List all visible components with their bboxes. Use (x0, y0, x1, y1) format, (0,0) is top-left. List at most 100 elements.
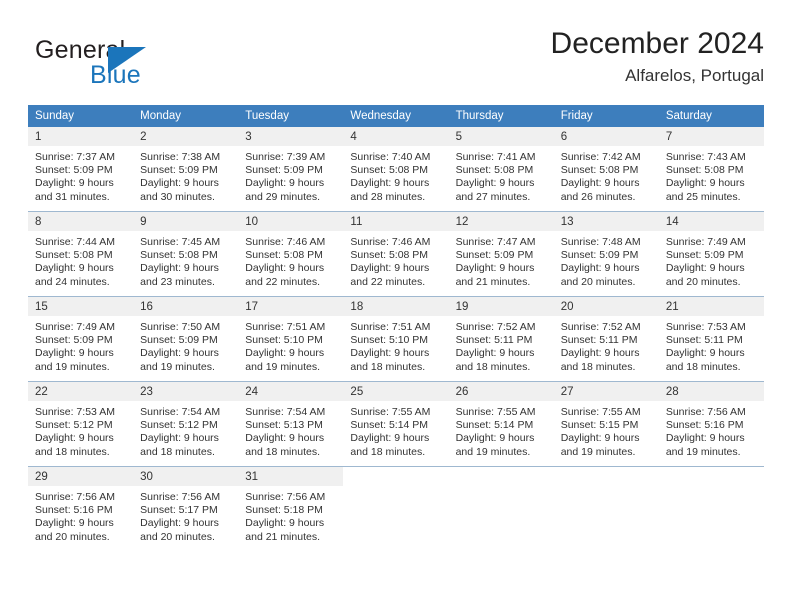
daylight-duration-line2: and 18 minutes. (665, 360, 741, 373)
sunrise-time: Sunrise: 7:42 AM (560, 151, 641, 163)
day-cell[interactable]: 16 Sunrise: 7:50 AM Sunset: 5:09 PM Dayligh… (133, 296, 239, 382)
sunrise-time: Sunrise: 7:51 AM (350, 321, 431, 333)
day-cell[interactable]: 25 Sunrise: 7:55 AM Sunset: 5:14 PM Dayligh… (343, 381, 449, 467)
day-number: 7 (658, 127, 764, 146)
sunset-time: Sunset: 5:08 PM (665, 164, 744, 177)
day-number: 2 (133, 127, 239, 146)
day-cell[interactable]: 24 Sunrise: 7:54 AM Sunset: 5:13 PM Dayligh… (238, 381, 344, 467)
day-cell[interactable]: 22 Sunrise: 7:53 AM Sunset: 5:12 PM Dayligh… (28, 381, 134, 467)
day-cell[interactable]: 13 Sunrise: 7:48 AM Sunset: 5:09 PM Dayligh… (553, 211, 659, 297)
sunrise-time: Sunrise: 7:56 AM (245, 491, 326, 503)
day-details: Sunrise: 7:46 AM Sunset: 5:08 PM Daylight:… (343, 231, 448, 289)
day-cell[interactable]: 5 Sunrise: 7:41 AM Sunset: 5:08 PM Daylight… (448, 127, 554, 212)
sunset-time: Sunset: 5:09 PM (35, 334, 113, 347)
sunset-time: Sunset: 5:08 PM (350, 249, 429, 262)
day-cell[interactable]: 31 Sunrise: 7:56 AM Sunset: 5:18 PM Dayligh… (238, 466, 344, 551)
day-cell[interactable]: 10 Sunrise: 7:46 AM Sunset: 5:08 PM Dayligh… (238, 211, 344, 297)
day-cell[interactable]: 17 Sunrise: 7:51 AM Sunset: 5:10 PM Dayligh… (238, 296, 344, 382)
day-cell[interactable]: 15 Sunrise: 7:49 AM Sunset: 5:09 PM Dayligh… (28, 296, 134, 382)
day-cell[interactable]: 9 Sunrise: 7:45 AM Sunset: 5:08 PM Daylight… (133, 211, 239, 297)
sunset-time: Sunset: 5:16 PM (665, 419, 744, 432)
sunrise-time: Sunrise: 7:49 AM (35, 321, 115, 333)
daylight-duration-line1: Daylight: 9 hours (140, 177, 219, 190)
sunrise-time: Sunrise: 7:52 AM (560, 321, 641, 333)
day-details: Sunrise: 7:52 AM Sunset: 5:11 PM Daylight:… (449, 316, 554, 374)
daylight-duration-line1: Daylight: 9 hours (35, 347, 114, 360)
daylight-duration-line2: and 27 minutes. (455, 190, 531, 203)
daylight-duration-line1: Daylight: 9 hours (665, 262, 745, 275)
sunrise-time: Sunrise: 7:44 AM (35, 236, 115, 248)
day-cell[interactable]: 1 Sunrise: 7:37 AM Sunset: 5:09 PM Daylight… (28, 127, 134, 212)
day-cell[interactable]: 27 Sunrise: 7:55 AM Sunset: 5:15 PM Dayligh… (553, 381, 659, 467)
day-cell[interactable]: 19 Sunrise: 7:52 AM Sunset: 5:11 PM Dayligh… (448, 296, 554, 382)
day-cell[interactable]: 6 Sunrise: 7:42 AM Sunset: 5:08 PM Daylight… (553, 127, 659, 212)
day-number: 8 (28, 212, 134, 231)
sunrise-time: Sunrise: 7:55 AM (455, 406, 536, 418)
day-cell[interactable]: 20 Sunrise: 7:52 AM Sunset: 5:11 PM Dayligh… (553, 296, 659, 382)
day-details: Sunrise: 7:51 AM Sunset: 5:10 PM Daylight:… (343, 316, 448, 374)
weekday-header-wednesday: Wednesday (343, 105, 449, 127)
sunset-time: Sunset: 5:12 PM (140, 419, 218, 432)
daylight-duration-line2: and 20 minutes. (560, 275, 636, 288)
sunset-time: Sunset: 5:08 PM (455, 164, 534, 177)
daylight-duration-line1: Daylight: 9 hours (245, 517, 325, 530)
weekday-header-thursday: Thursday (448, 105, 554, 127)
sunrise-time: Sunrise: 7:49 AM (665, 236, 746, 248)
page-subtitle: Alfarelos, Portugal (625, 65, 764, 85)
page-title: December 2024 (550, 27, 764, 60)
day-cell[interactable]: 14 Sunrise: 7:49 AM Sunset: 5:09 PM Dayligh… (658, 211, 764, 297)
day-cell[interactable]: 30 Sunrise: 7:56 AM Sunset: 5:17 PM Dayligh… (133, 466, 239, 551)
day-details: Sunrise: 7:50 AM Sunset: 5:09 PM Daylight:… (133, 316, 238, 374)
sunset-time: Sunset: 5:15 PM (560, 419, 639, 432)
day-cell[interactable]: 26 Sunrise: 7:55 AM Sunset: 5:14 PM Dayligh… (448, 381, 554, 467)
sunset-time: Sunset: 5:14 PM (350, 419, 429, 432)
calendar-week-row: 29 Sunrise: 7:56 AM Sunset: 5:16 PM Dayligh… (28, 466, 764, 551)
daylight-duration-line1: Daylight: 9 hours (35, 432, 114, 445)
day-details: Sunrise: 7:52 AM Sunset: 5:11 PM Daylight:… (554, 316, 659, 374)
sunrise-time: Sunrise: 7:53 AM (665, 321, 746, 333)
day-cell[interactable]: 29 Sunrise: 7:56 AM Sunset: 5:16 PM Dayligh… (28, 466, 134, 551)
day-number: 28 (658, 382, 764, 401)
daylight-duration-line2: and 22 minutes. (350, 275, 426, 288)
day-number: 4 (343, 127, 449, 146)
daylight-duration-line2: and 19 minutes. (245, 360, 320, 373)
daylight-duration-line1: Daylight: 9 hours (455, 432, 535, 445)
day-cell[interactable]: 7 Sunrise: 7:43 AM Sunset: 5:08 PM Daylight… (658, 127, 764, 212)
daylight-duration-line1: Daylight: 9 hours (140, 262, 219, 275)
day-cell[interactable]: 23 Sunrise: 7:54 AM Sunset: 5:12 PM Dayligh… (133, 381, 239, 467)
day-cell[interactable]: 2 Sunrise: 7:38 AM Sunset: 5:09 PM Daylight… (133, 127, 239, 212)
daylight-duration-line1: Daylight: 9 hours (350, 347, 430, 360)
sunrise-time: Sunrise: 7:47 AM (455, 236, 536, 248)
calendar-week-row: 15 Sunrise: 7:49 AM Sunset: 5:09 PM Dayligh… (28, 296, 764, 382)
brand-logo[interactable]: General Blue (28, 33, 268, 95)
daylight-duration-line2: and 21 minutes. (455, 275, 531, 288)
daylight-duration-line2: and 18 minutes. (350, 445, 426, 458)
day-number: 17 (238, 297, 344, 316)
day-number: 15 (28, 297, 134, 316)
sunrise-time: Sunrise: 7:55 AM (560, 406, 641, 418)
sunset-time: Sunset: 5:09 PM (455, 249, 534, 262)
day-cell[interactable]: 3 Sunrise: 7:39 AM Sunset: 5:09 PM Daylight… (238, 127, 344, 212)
sunset-time: Sunset: 5:16 PM (35, 504, 113, 517)
day-number (448, 467, 554, 486)
daylight-duration-line1: Daylight: 9 hours (245, 347, 325, 360)
sunset-time: Sunset: 5:11 PM (455, 334, 533, 347)
daylight-duration-line1: Daylight: 9 hours (665, 432, 745, 445)
day-cell[interactable]: 18 Sunrise: 7:51 AM Sunset: 5:10 PM Dayligh… (343, 296, 449, 382)
day-number: 21 (658, 297, 764, 316)
day-cell[interactable]: 4 Sunrise: 7:40 AM Sunset: 5:08 PM Daylight… (343, 127, 449, 212)
day-number: 12 (448, 212, 554, 231)
day-number: 25 (343, 382, 449, 401)
sunrise-time: Sunrise: 7:53 AM (35, 406, 115, 418)
day-number: 9 (133, 212, 239, 231)
day-details: Sunrise: 7:37 AM Sunset: 5:09 PM Daylight:… (28, 146, 133, 204)
weekday-header-friday: Friday (553, 105, 659, 127)
day-cell[interactable]: 21 Sunrise: 7:53 AM Sunset: 5:11 PM Dayligh… (658, 296, 764, 382)
daylight-duration-line2: and 28 minutes. (350, 190, 426, 203)
day-cell[interactable]: 12 Sunrise: 7:47 AM Sunset: 5:09 PM Dayligh… (448, 211, 554, 297)
day-details: Sunrise: 7:38 AM Sunset: 5:09 PM Daylight:… (133, 146, 238, 204)
day-cell[interactable]: 8 Sunrise: 7:44 AM Sunset: 5:08 PM Daylight… (28, 211, 134, 297)
day-cell[interactable]: 11 Sunrise: 7:46 AM Sunset: 5:08 PM Dayligh… (343, 211, 449, 297)
day-details: Sunrise: 7:56 AM Sunset: 5:16 PM Daylight:… (28, 486, 133, 544)
day-cell[interactable]: 28 Sunrise: 7:56 AM Sunset: 5:16 PM Dayligh… (658, 381, 764, 467)
